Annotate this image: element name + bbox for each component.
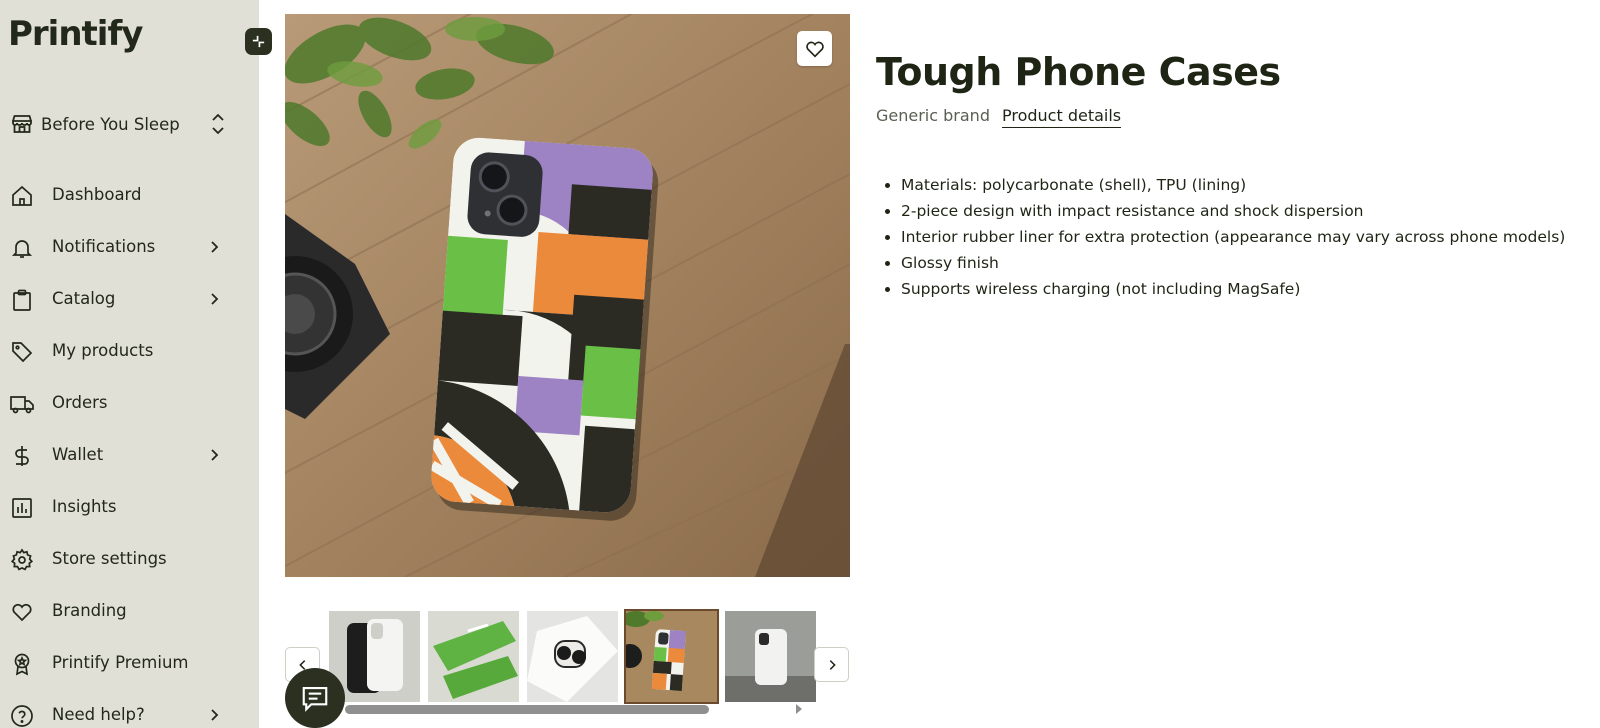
product-title: Tough Phone Cases [876, 50, 1281, 94]
product-main-image[interactable] [285, 14, 850, 577]
chevron-right-icon [211, 293, 219, 305]
thumbnail-selected[interactable] [624, 609, 719, 704]
sidebar-item-notifications[interactable]: Notifications [0, 222, 259, 274]
thumbnail[interactable] [527, 611, 618, 702]
thumbnail-image [725, 611, 816, 702]
gear-icon [10, 548, 34, 571]
sidebar-item-label: Need help? [52, 705, 145, 724]
scrollbar-arrow-right[interactable] [796, 704, 802, 714]
chat-button[interactable] [285, 668, 345, 728]
store-icon [12, 115, 32, 133]
spec-item: Materials: polycarbonate (shell), TPU (l… [901, 174, 1565, 200]
sidebar-item-label: Printify Premium [52, 653, 189, 672]
tag-icon [12, 342, 33, 363]
chevron-right-icon [211, 449, 219, 461]
spec-item: Supports wireless charging (not includin… [901, 278, 1565, 304]
chevron-up-down-icon [212, 113, 224, 135]
sidebar-item-store-settings[interactable]: Store settings [0, 534, 259, 586]
sidebar-item-label: Branding [52, 601, 127, 620]
phone-case-photo [285, 14, 850, 577]
chevron-right-icon [211, 709, 219, 721]
sidebar-item-orders[interactable]: Orders [0, 378, 259, 430]
store-switcher[interactable]: Before You Sleep [10, 108, 230, 140]
scrollbar-thumb[interactable] [345, 705, 709, 714]
sidebar-item-catalog[interactable]: Catalog [0, 274, 259, 326]
sidebar-item-insights[interactable]: Insights [0, 482, 259, 534]
collapse-sidebar-button[interactable] [245, 28, 272, 55]
sidebar-nav: Dashboard Notifications Catalog My produ… [0, 170, 259, 728]
thumbnail-image [428, 611, 519, 702]
thumbnail-image [626, 611, 717, 702]
sidebar-item-label: Wallet [52, 445, 104, 464]
spec-item: Glossy finish [901, 252, 1565, 278]
chevron-right-icon [829, 659, 836, 670]
heart-icon [805, 41, 824, 58]
chat-icon [302, 686, 328, 712]
printify-logo[interactable]: Printify [8, 14, 143, 54]
award-icon [14, 653, 30, 676]
sidebar-item-label: Orders [52, 393, 108, 412]
sidebar-item-label: Insights [52, 497, 117, 516]
collapse-icon [252, 35, 265, 48]
heart-icon [12, 603, 32, 622]
sidebar-item-need-help[interactable]: Need help? [0, 690, 259, 728]
store-name: Before You Sleep [41, 114, 180, 134]
thumbnails-next-button[interactable] [814, 647, 849, 682]
sidebar-item-dashboard[interactable]: Dashboard [0, 170, 259, 222]
sidebar-item-printify-premium[interactable]: Printify Premium [0, 638, 259, 690]
sidebar-item-label: Store settings [52, 549, 167, 568]
sidebar: Printify Before You Sleep Dashboard Noti… [0, 0, 259, 728]
product-details-link[interactable]: Product details [1002, 106, 1122, 128]
bar-chart-icon [12, 498, 32, 518]
sidebar-item-my-products[interactable]: My products [0, 326, 259, 378]
chevron-right-icon [211, 241, 219, 253]
spec-item: 2-piece design with impact resistance an… [901, 200, 1565, 226]
sidebar-item-label: Notifications [52, 237, 156, 256]
spec-item: Interior rubber liner for extra protecti… [901, 226, 1565, 252]
dollar-icon [15, 446, 29, 466]
thumbnail[interactable] [725, 611, 816, 702]
bell-icon [11, 240, 33, 258]
sidebar-item-label: My products [52, 341, 154, 360]
home-icon [12, 185, 32, 206]
sidebar-item-label: Catalog [52, 289, 116, 308]
favorite-button[interactable] [797, 31, 832, 66]
sidebar-item-branding[interactable]: Branding [0, 586, 259, 638]
clipboard-icon [13, 289, 31, 311]
thumbnail-image [527, 611, 618, 702]
thumbnail[interactable] [428, 611, 519, 702]
sidebar-item-label: Dashboard [52, 185, 142, 204]
product-brand: Generic brand [876, 106, 990, 125]
help-icon [11, 705, 33, 727]
truck-icon [10, 396, 34, 414]
product-specs-list: Materials: polycarbonate (shell), TPU (l… [901, 174, 1565, 304]
sidebar-item-wallet[interactable]: Wallet [0, 430, 259, 482]
